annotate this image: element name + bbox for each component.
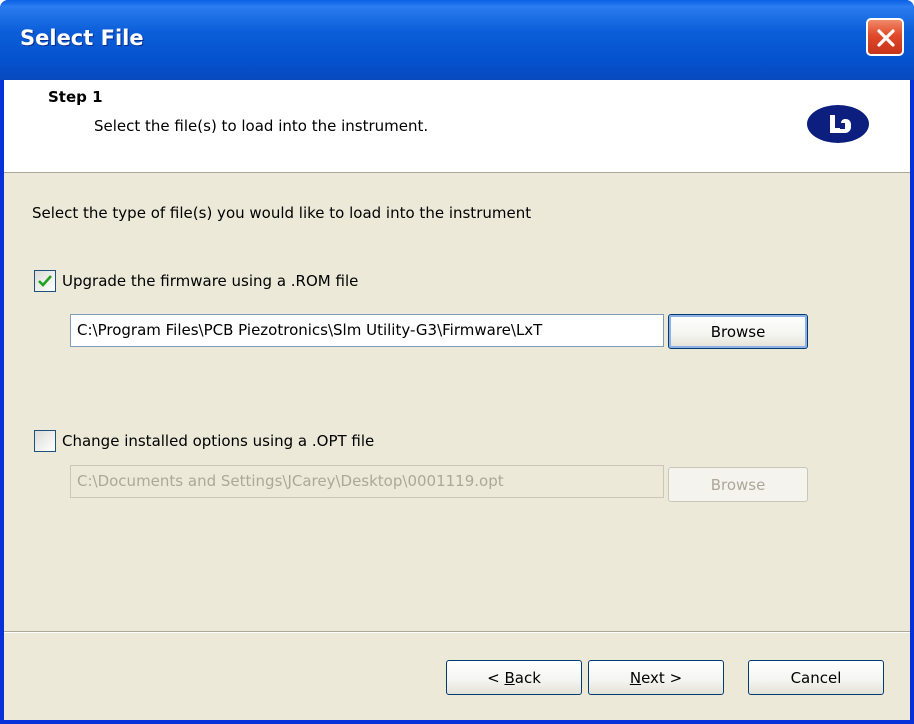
footer-separator (4, 631, 910, 633)
firmware-checkbox[interactable] (34, 270, 56, 292)
next-button-rest: ext > (641, 669, 683, 687)
company-logo-icon (807, 105, 869, 143)
back-button-prefix: < (487, 669, 505, 687)
wizard-header: Step 1 Select the file(s) to load into t… (4, 80, 910, 173)
firmware-path-field[interactable]: C:\Program Files\PCB Piezotronics\Slm Ut… (70, 314, 664, 347)
close-icon (877, 29, 895, 47)
back-button-rest: ack (514, 669, 541, 687)
dialog-window: Select File Step 1 Select the file(s) to… (0, 0, 914, 724)
back-button[interactable]: < Back (446, 660, 582, 695)
title-bar[interactable]: Select File (0, 0, 914, 80)
dialog-client-area: Step 1 Select the file(s) to load into t… (4, 80, 910, 720)
instruction-text: Select the type of file(s) you would lik… (32, 204, 532, 222)
cancel-button[interactable]: Cancel (748, 660, 884, 695)
checkmark-icon (38, 275, 52, 287)
options-checkbox[interactable] (34, 430, 56, 452)
window-title: Select File (20, 26, 144, 50)
step-title: Step 1 (48, 88, 103, 106)
options-checkbox-label[interactable]: Change installed options using a .OPT fi… (62, 432, 374, 450)
options-browse-button[interactable]: Browse (668, 467, 808, 502)
firmware-checkbox-label[interactable]: Upgrade the firmware using a .ROM file (62, 272, 358, 290)
back-button-mnemonic: B (504, 669, 515, 687)
firmware-browse-button[interactable]: Browse (668, 314, 808, 349)
options-path-field[interactable]: C:\Documents and Settings\JCarey\Desktop… (70, 465, 664, 498)
close-button[interactable] (866, 18, 904, 56)
step-description: Select the file(s) to load into the inst… (94, 117, 429, 135)
next-button[interactable]: Next > (588, 660, 724, 695)
next-button-mnemonic: N (629, 669, 642, 687)
